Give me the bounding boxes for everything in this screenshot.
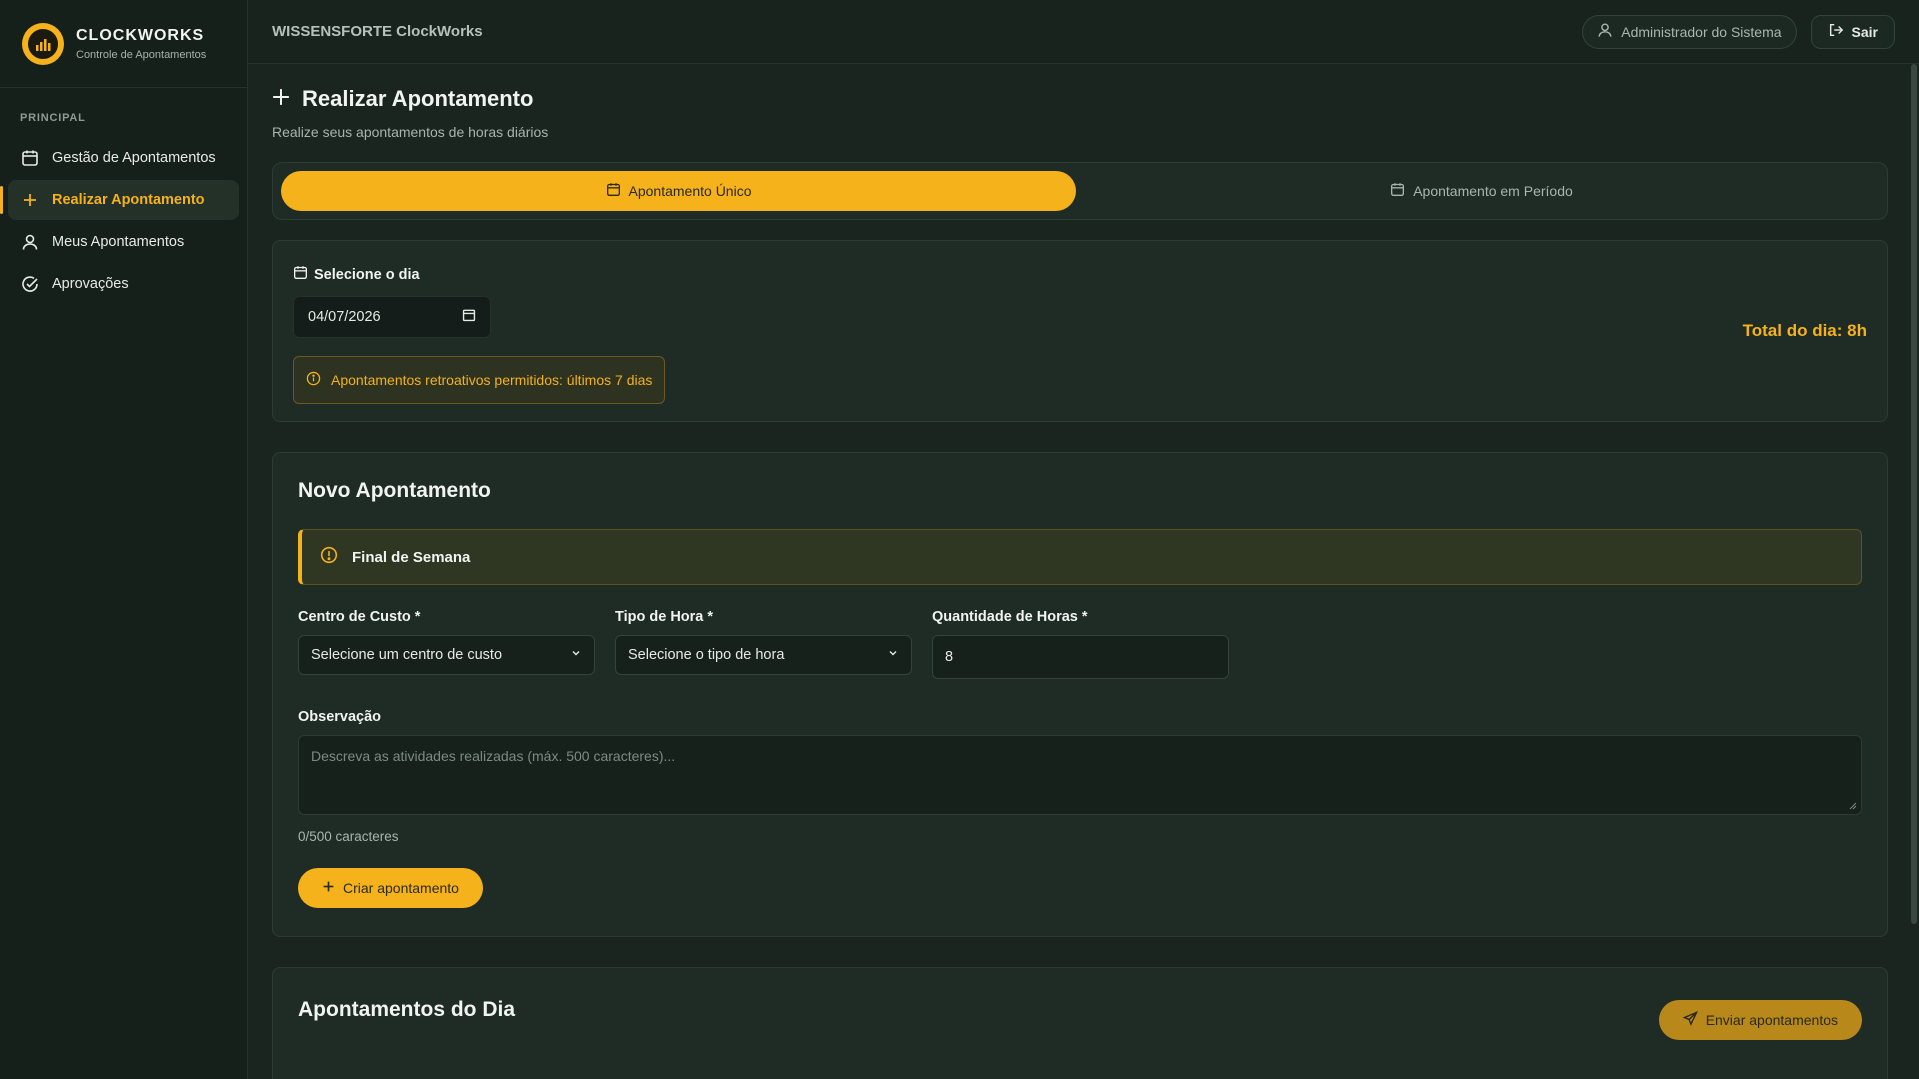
- observation-placeholder: Descreva as atividades realizadas (máx. …: [311, 748, 676, 764]
- calendar-icon: [20, 148, 40, 168]
- weekend-alert-text: Final de Semana: [352, 548, 471, 566]
- tab-apontamento-periodo[interactable]: Apontamento em Período: [1084, 171, 1879, 211]
- sidebar-section-label: PRINCIPAL: [20, 112, 86, 124]
- quantity-field: Quantidade de Horas * 8: [932, 609, 1229, 679]
- day-entries-title: Apontamentos do Dia: [298, 998, 516, 1021]
- user-menu-button[interactable]: Administrador do Sistema: [1582, 14, 1797, 49]
- character-counter: 0/500 caracteres: [298, 829, 399, 844]
- chevron-down-icon: [570, 647, 582, 663]
- calendar-icon: [1390, 182, 1405, 200]
- brand: CLOCKWORKS Controle de Apontamentos: [0, 0, 247, 88]
- sidebar-item-label: Realizar Apontamento: [52, 192, 205, 208]
- cost-center-value: Selecione um centro de custo: [311, 647, 503, 663]
- retroactive-notice: Apontamentos retroativos permitidos: últ…: [293, 356, 666, 404]
- sidebar-item-label: Aprovações: [52, 276, 129, 292]
- user-icon: [1597, 22, 1613, 41]
- plus-icon: [272, 86, 290, 112]
- hour-type-label: Tipo de Hora *: [615, 609, 714, 625]
- send-icon: [1682, 1011, 1698, 1029]
- check-circle-icon: [20, 274, 40, 294]
- day-select-label: Selecione o dia: [293, 265, 1867, 284]
- calendar-icon: [293, 265, 308, 284]
- tab-label: Apontamento em Período: [1413, 183, 1573, 199]
- day-select-label-text: Selecione o dia: [314, 266, 420, 283]
- plus-icon: [20, 190, 40, 210]
- resize-handle-icon[interactable]: [1849, 802, 1857, 810]
- sidebar-item-label: Meus Apontamentos: [52, 234, 185, 250]
- brand-subtitle: Controle de Apontamentos: [76, 48, 207, 61]
- topbar: WISSENSFORTE ClockWorks Administrador do…: [248, 0, 1919, 64]
- hour-type-select[interactable]: Selecione o tipo de hora: [615, 635, 912, 675]
- calendar-icon: [606, 182, 621, 200]
- sidebar-item-gestao[interactable]: Gestão de Apontamentos: [8, 138, 239, 178]
- sidebar-item-label: Gestão de Apontamentos: [52, 150, 216, 166]
- date-input[interactable]: 04/07/2026: [293, 296, 491, 338]
- page-subtitle: Realize seus apontamentos de horas diári…: [272, 124, 549, 140]
- create-entry-label: Criar apontamento: [343, 880, 459, 896]
- user-icon: [20, 232, 40, 252]
- tab-label: Apontamento Único: [628, 183, 752, 199]
- hour-type-field: Tipo de Hora * Selecione o tipo de hora: [615, 609, 912, 679]
- observation-label: Observação: [298, 709, 382, 725]
- clockworks-logo-icon: [22, 22, 64, 65]
- sidebar-item-aprovacoes[interactable]: Aprovações: [8, 264, 239, 304]
- logout-label: Sair: [1851, 23, 1878, 40]
- quantity-input[interactable]: 8: [932, 635, 1229, 679]
- tab-apontamento-unico[interactable]: Apontamento Único: [281, 171, 1076, 211]
- user-name: Administrador do Sistema: [1621, 23, 1782, 40]
- sidebar: CLOCKWORKS Controle de Apontamentos PRIN…: [0, 0, 248, 1079]
- observation-textarea[interactable]: Descreva as atividades realizadas (máx. …: [298, 735, 1862, 815]
- date-picker-icon[interactable]: [462, 308, 476, 326]
- day-select-card: Selecione o dia 04/07/2026 Apontamentos …: [272, 240, 1888, 422]
- scrollbar[interactable]: [1911, 64, 1917, 924]
- hour-type-value: Selecione o tipo de hora: [628, 647, 785, 663]
- notice-text: Apontamentos retroativos permitidos: últ…: [331, 372, 653, 388]
- logout-button[interactable]: Sair: [1810, 14, 1895, 49]
- sidebar-item-meus[interactable]: Meus Apontamentos: [8, 222, 239, 262]
- cost-center-label: Centro de Custo *: [298, 609, 421, 625]
- cost-center-select[interactable]: Selecione um centro de custo: [298, 635, 595, 675]
- info-icon: [306, 371, 321, 389]
- day-entries-card: Apontamentos do Dia Enviar apontamentos: [272, 967, 1888, 1079]
- brand-title: CLOCKWORKS: [76, 26, 205, 44]
- send-entries-label: Enviar apontamentos: [1705, 1012, 1838, 1028]
- plus-icon: [322, 880, 335, 896]
- date-value: 04/07/2026: [308, 309, 381, 325]
- quantity-value: 8: [945, 649, 954, 665]
- logout-icon: [1828, 22, 1844, 41]
- create-entry-button[interactable]: Criar apontamento: [298, 868, 483, 908]
- page-title: Realizar Apontamento: [272, 86, 1888, 112]
- new-entry-card: Novo Apontamento Final de Semana Centro …: [272, 452, 1888, 937]
- quantity-label: Quantidade de Horas *: [932, 609, 1088, 625]
- main-content: Realizar Apontamento Realize seus aponta…: [272, 64, 1888, 1079]
- weekend-alert: Final de Semana: [298, 529, 1862, 585]
- topbar-title: WISSENSFORTE ClockWorks: [272, 23, 483, 40]
- alert-circle-icon: [320, 546, 338, 568]
- page-title-text: Realizar Apontamento: [302, 86, 534, 111]
- day-total: Total do dia: 8h: [1742, 321, 1867, 340]
- send-entries-button[interactable]: Enviar apontamentos: [1658, 1000, 1862, 1040]
- sidebar-item-realizar[interactable]: Realizar Apontamento: [0, 180, 239, 220]
- new-entry-title: Novo Apontamento: [298, 479, 491, 502]
- cost-center-field: Centro de Custo * Selecione um centro de…: [298, 609, 595, 679]
- mode-tabs: Apontamento Único Apontamento em Período: [272, 162, 1888, 220]
- chevron-down-icon: [887, 647, 899, 663]
